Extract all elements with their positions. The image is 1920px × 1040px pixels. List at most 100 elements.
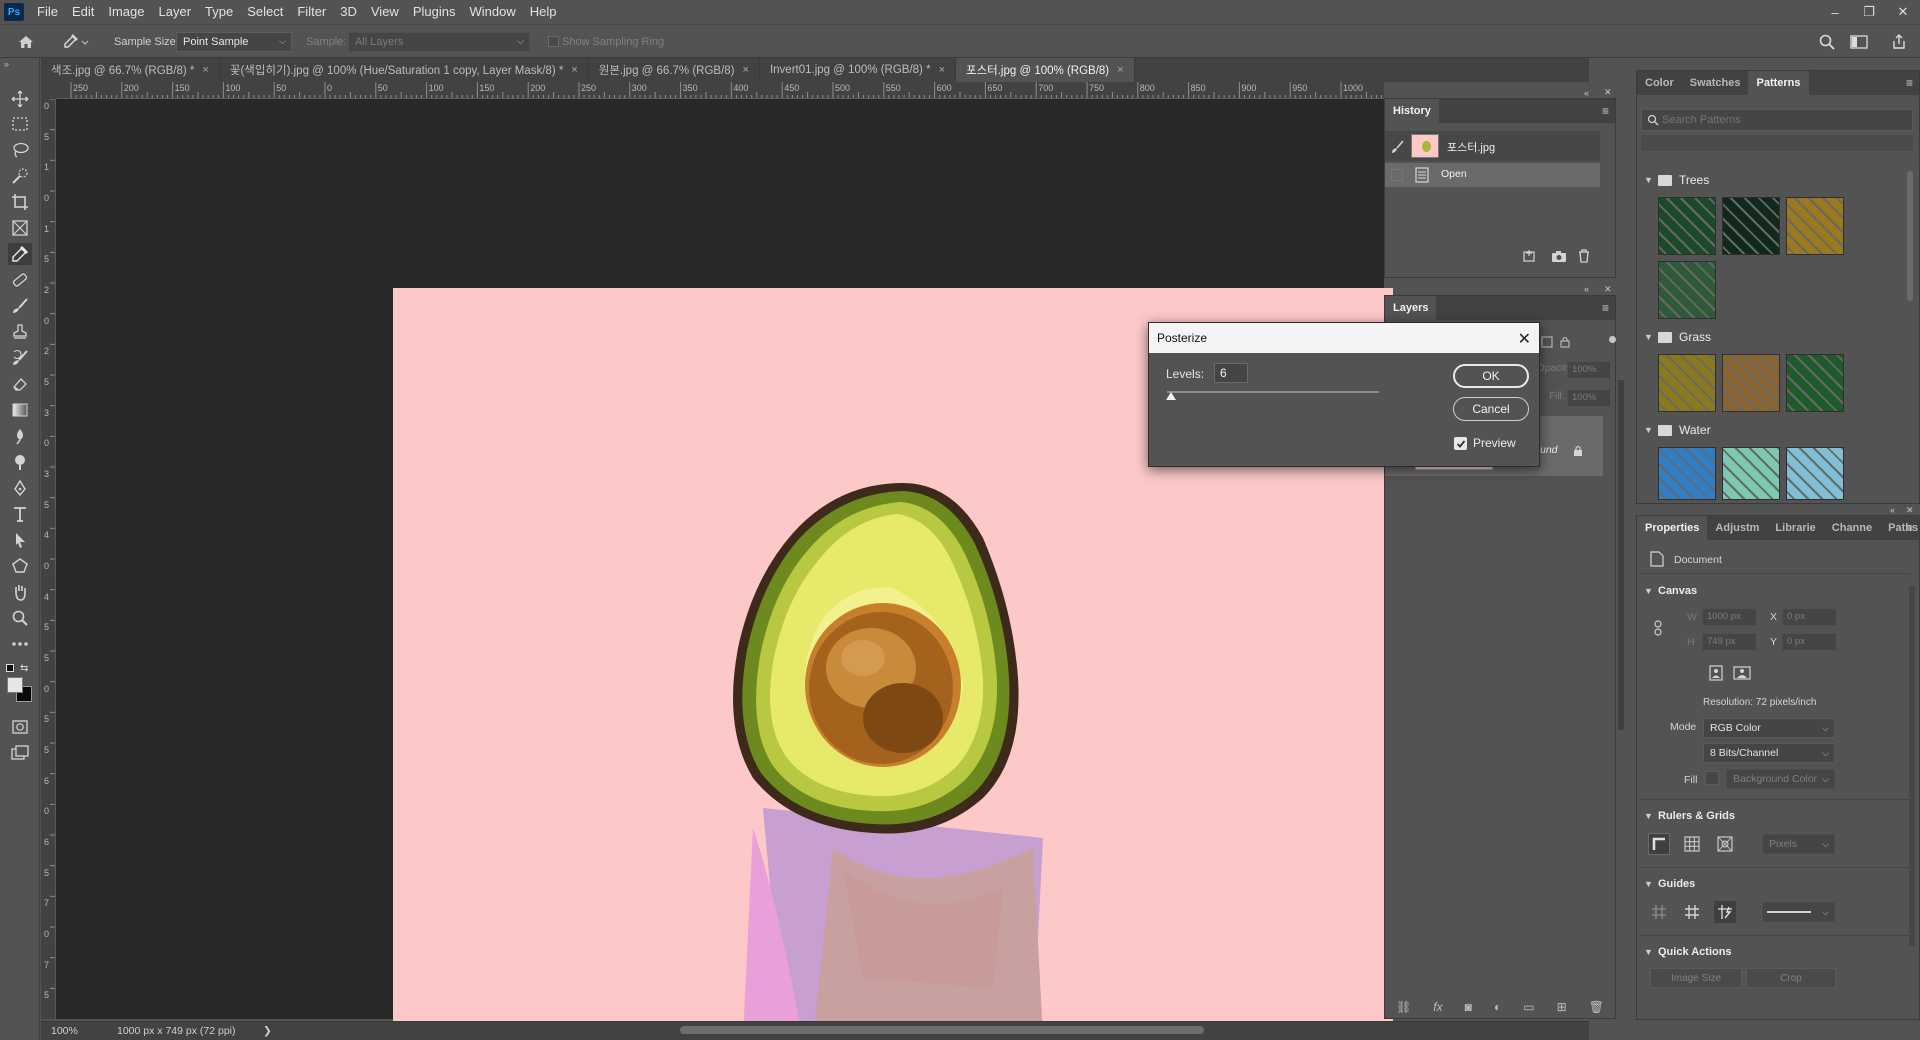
sample-size-select[interactable]: Point Sample ⌵ (176, 32, 292, 52)
new-layer-icon[interactable]: ⊞ (1557, 1000, 1567, 1014)
chevron-down-icon[interactable]: ▼ (1644, 175, 1658, 185)
grid-icon[interactable] (1681, 833, 1703, 855)
menu-image[interactable]: Image (101, 0, 151, 24)
doc-tab[interactable]: 원본.jpg @ 66.7% (RGB/8) × (589, 58, 760, 82)
canvas-workspace[interactable] (56, 99, 1393, 1037)
sample-select[interactable]: All Layers ⌵ (348, 32, 530, 52)
gradient-tool-icon[interactable] (8, 399, 32, 421)
patterns-scrollbar[interactable] (1907, 171, 1913, 301)
height-field[interactable]: 749 px (1702, 633, 1757, 651)
adjustment-layer-icon[interactable]: ◐ (1494, 1000, 1501, 1014)
chevron-down-icon[interactable]: ▼ (1644, 586, 1653, 596)
new-document-from-state-icon[interactable] (1521, 249, 1537, 263)
add-guides-icon[interactable] (1681, 901, 1703, 923)
sampling-ring-checkbox[interactable] (548, 36, 559, 47)
panel-menu-icon[interactable]: ≡ (1906, 521, 1913, 535)
shape-tool-icon[interactable] (8, 555, 32, 577)
restore-button[interactable]: ❐ (1852, 0, 1886, 24)
more-tools-icon[interactable] (8, 633, 32, 655)
smart-guides-icon[interactable] (1714, 901, 1736, 923)
healing-brush-tool-icon[interactable] (8, 269, 32, 291)
filter-toggle-icon[interactable] (1609, 336, 1616, 343)
close-panel-icon[interactable]: ✕ (1604, 284, 1612, 295)
link-dimensions-icon[interactable] (1653, 620, 1663, 636)
chevron-down-icon[interactable]: ▼ (1644, 947, 1653, 957)
close-icon[interactable]: × (743, 64, 749, 76)
eyedropper-preset-icon[interactable] (58, 31, 92, 53)
menu-select[interactable]: Select (240, 0, 290, 24)
history-brush-tool-icon[interactable] (8, 347, 32, 369)
fill-field[interactable]: 100% (1567, 389, 1611, 407)
tab-color[interactable]: Color (1637, 71, 1682, 95)
pattern-group-water[interactable]: ▼ Water (1640, 419, 1902, 441)
zoom-level[interactable]: 100% (51, 1025, 78, 1037)
pattern-group-grass[interactable]: ▼ Grass (1640, 326, 1902, 348)
stamp-tool-icon[interactable] (8, 321, 32, 343)
pattern-swatch[interactable] (1658, 354, 1716, 412)
lock-filter-icon[interactable] (1559, 336, 1571, 348)
history-state-checkbox[interactable] (1391, 169, 1403, 181)
camera-snapshot-icon[interactable] (1551, 250, 1567, 263)
workspace-icon[interactable] (1848, 32, 1870, 52)
move-tool-icon[interactable] (8, 88, 32, 110)
ruler-units-select[interactable]: Pixels ⌵ (1762, 834, 1835, 854)
status-menu-arrow-icon[interactable]: ❯ (263, 1025, 272, 1037)
collapse-panels-icon[interactable]: « (1584, 88, 1589, 98)
trash-icon[interactable]: 🗑 (1589, 1000, 1604, 1014)
close-icon[interactable]: × (571, 64, 577, 76)
type-tool-icon[interactable] (8, 503, 32, 525)
history-item[interactable]: Open (1385, 163, 1600, 187)
fill-select[interactable]: Background Color ⌵ (1726, 769, 1835, 789)
layers-scrollbar[interactable] (1618, 380, 1624, 730)
menu-help[interactable]: Help (523, 0, 564, 24)
quick-mask-icon[interactable] (8, 716, 32, 738)
doc-tab[interactable]: 꽃(색입히기).jpg @ 100% (Hue/Saturation 1 cop… (220, 58, 589, 82)
search-icon[interactable] (1816, 32, 1838, 52)
panel-menu-icon[interactable]: ≡ (1602, 301, 1609, 315)
levels-input[interactable] (1214, 363, 1248, 383)
y-field[interactable]: 0 px (1782, 633, 1837, 651)
tab-paths[interactable]: Paths (1880, 516, 1920, 540)
levels-slider-track[interactable] (1167, 391, 1379, 393)
guides-toggle-icon[interactable] (1648, 901, 1670, 923)
quick-selection-tool-icon[interactable] (8, 165, 32, 187)
crop-button[interactable]: Crop (1746, 968, 1836, 988)
close-icon[interactable]: × (202, 64, 208, 76)
menu-file[interactable]: File (30, 0, 65, 24)
pattern-swatch[interactable] (1786, 354, 1844, 412)
tab-libraries[interactable]: Librarie (1767, 516, 1823, 540)
trash-icon[interactable] (1577, 249, 1591, 263)
fx-icon[interactable]: fx (1433, 1000, 1442, 1014)
search-patterns-field[interactable] (1641, 109, 1913, 131)
blur-tool-icon[interactable] (8, 425, 32, 447)
opacity-field[interactable]: 100% (1567, 361, 1611, 379)
pattern-swatch[interactable] (1658, 261, 1716, 319)
menu-edit[interactable]: Edit (65, 0, 101, 24)
foreground-color-swatch[interactable] (7, 677, 23, 693)
brush-tool-icon[interactable] (8, 295, 32, 317)
pattern-swatch[interactable] (1722, 354, 1780, 412)
close-icon[interactable]: × (1117, 64, 1123, 76)
doc-tab[interactable]: Invert01.jpg @ 100% (RGB/8) * × (760, 58, 956, 82)
x-field[interactable]: 0 px (1782, 608, 1837, 626)
menu-type[interactable]: Type (198, 0, 240, 24)
panel-menu-icon[interactable]: ≡ (1906, 76, 1913, 90)
menu-filter[interactable]: Filter (290, 0, 333, 24)
screen-mode-icon[interactable] (8, 742, 32, 764)
ruler-toggle-icon[interactable] (1648, 833, 1670, 855)
layer-name[interactable]: und (1540, 444, 1558, 456)
menu-3d[interactable]: 3D (333, 0, 364, 24)
chevron-down-icon[interactable]: ▼ (1644, 425, 1658, 435)
chevron-down-icon[interactable]: ▼ (1644, 879, 1653, 889)
swap-colors-icon[interactable]: ⇆ (20, 663, 28, 674)
properties-scrollbar[interactable] (1909, 586, 1915, 946)
marquee-tool-icon[interactable] (8, 113, 32, 135)
pattern-swatch[interactable] (1722, 197, 1780, 255)
pattern-swatch[interactable] (1786, 197, 1844, 255)
horizontal-scrollbar[interactable] (680, 1026, 1204, 1034)
hand-tool-icon[interactable] (8, 581, 32, 603)
landscape-orientation-icon[interactable] (1731, 662, 1753, 684)
pattern-swatch[interactable] (1786, 447, 1844, 500)
history-brush-source-icon[interactable] (1391, 140, 1405, 154)
add-mask-icon[interactable]: ◙ (1465, 1000, 1472, 1014)
